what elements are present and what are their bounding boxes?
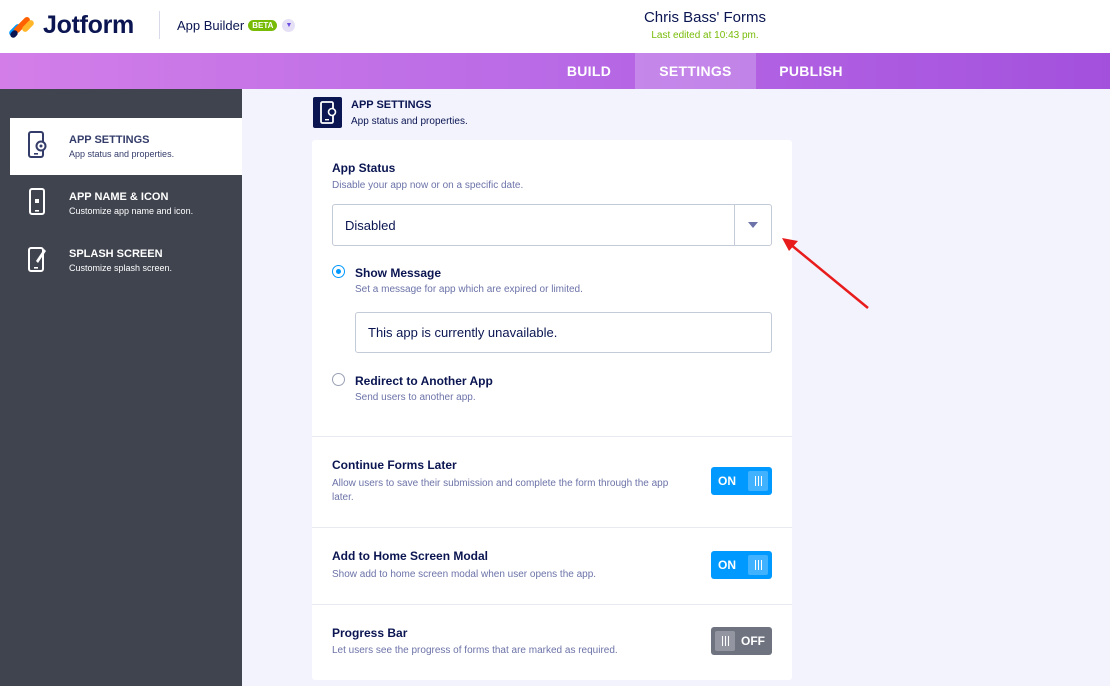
form-title: Chris Bass' Forms: [643, 9, 767, 26]
sidebar-item-splash-screen[interactable]: SPLASH SCREEN Customize splash screen.: [10, 232, 242, 289]
progress-bar-title: Progress Bar: [332, 626, 408, 640]
home-screen-modal-title: Add to Home Screen Modal: [332, 549, 489, 563]
header-divider: [159, 11, 160, 39]
product-name: App Builder: [177, 18, 245, 33]
sidebar-item-title: SPLASH SCREEN: [69, 248, 163, 260]
select-divider: [734, 205, 735, 245]
tab-build[interactable]: BUILD: [543, 53, 635, 89]
app-status-description: Disable your app now or on a specific da…: [332, 180, 524, 191]
sidebar-item-app-name-icon[interactable]: APP NAME & ICON Customize app name and i…: [10, 175, 242, 232]
progress-bar-toggle[interactable]: OFF: [711, 627, 772, 655]
sidebar-item-subtitle: App status and properties.: [69, 149, 175, 159]
app-builder-switcher[interactable]: App Builder BETA ▼: [177, 18, 296, 33]
show-message-description: Set a message for app which are expired …: [355, 284, 583, 295]
chevron-down-icon[interactable]: ▼: [282, 19, 296, 32]
show-message-label[interactable]: Show Message: [355, 266, 441, 280]
home-screen-modal-toggle[interactable]: ON: [711, 551, 772, 579]
continue-forms-later-title: Continue Forms Later: [332, 458, 457, 472]
tab-settings[interactable]: SETTINGS: [635, 53, 756, 89]
caret-down-icon[interactable]: [748, 222, 758, 228]
message-input[interactable]: This app is currently unavailable.: [355, 312, 772, 353]
phone-icon: [29, 188, 45, 215]
settings-sidebar: APP SETTINGS App status and properties. …: [0, 89, 242, 686]
toggle-knob-icon: [715, 631, 735, 651]
radio-show-message[interactable]: [332, 265, 345, 278]
app-status-select[interactable]: Disabled: [332, 204, 772, 246]
sidebar-item-title: APP NAME & ICON: [69, 191, 169, 203]
app-settings-icon: [313, 97, 342, 128]
sidebar-item-subtitle: Customize splash screen.: [69, 263, 173, 273]
continue-forms-later-toggle[interactable]: ON: [711, 467, 772, 495]
toggle-state: OFF: [741, 634, 765, 648]
tab-publish[interactable]: PUBLISH: [756, 53, 866, 89]
beta-badge: BETA: [248, 20, 278, 31]
phone-edit-icon: [28, 247, 46, 272]
continue-forms-later-description: Allow users to save their submission and…: [332, 478, 669, 503]
sidebar-item-subtitle: Customize app name and icon.: [69, 206, 194, 216]
redirect-app-description: Send users to another app.: [355, 392, 476, 403]
toggle-state: ON: [718, 558, 736, 572]
settings-card: App Status Disable your app now or on a …: [312, 140, 792, 680]
jotform-logo-icon: [7, 13, 36, 39]
toggle-knob-icon: [748, 471, 768, 491]
sidebar-item-title: APP SETTINGS: [69, 134, 150, 146]
section-divider: [312, 604, 792, 605]
redirect-app-label[interactable]: Redirect to Another App: [355, 374, 493, 388]
toggle-state: ON: [718, 474, 736, 488]
app-status-title: App Status: [332, 161, 396, 175]
annotation-arrow-icon: [782, 238, 869, 309]
brand-name: Jotform: [43, 11, 134, 39]
progress-bar-description: Let users see the progress of forms that…: [332, 645, 618, 656]
main-nav: BUILD SETTINGS PUBLISH: [0, 53, 1110, 89]
app-status-selected-value: Disabled: [345, 218, 396, 233]
page-title: APP SETTINGS: [351, 99, 432, 111]
section-divider: [312, 436, 792, 437]
toggle-knob-icon: [748, 555, 768, 575]
phone-gear-icon: [28, 131, 47, 158]
sidebar-item-app-settings[interactable]: APP SETTINGS App status and properties.: [10, 118, 242, 175]
radio-redirect-app[interactable]: [332, 373, 345, 386]
top-header: Jotform App Builder BETA ▼ Chris Bass' F…: [0, 0, 1110, 53]
page-subtitle: App status and properties.: [351, 116, 468, 127]
last-edited-status: Last edited at 10:43 pm.: [651, 30, 759, 41]
section-divider: [312, 527, 792, 528]
jotform-logo[interactable]: Jotform: [7, 11, 134, 40]
home-screen-modal-description: Show add to home screen modal when user …: [332, 569, 597, 580]
